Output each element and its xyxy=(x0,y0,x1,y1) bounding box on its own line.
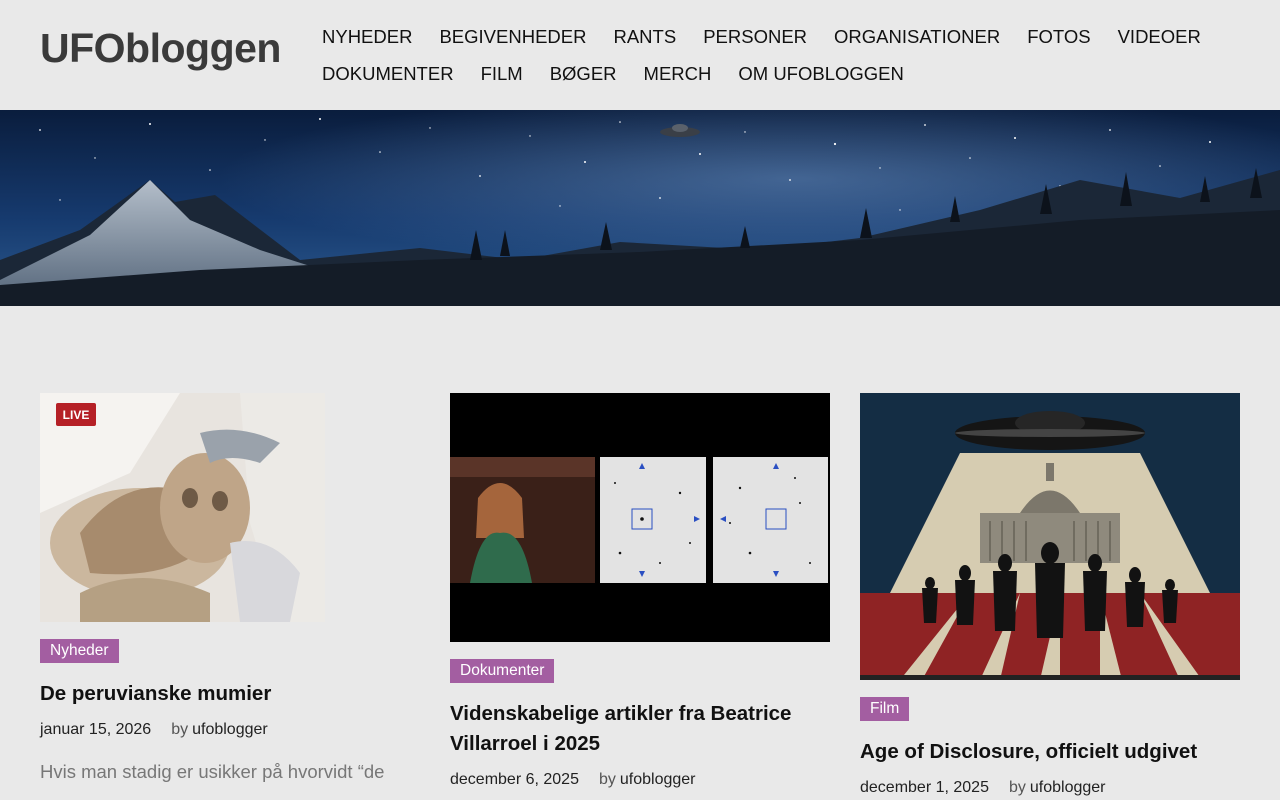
post-author[interactable]: ufoblogger xyxy=(192,721,268,739)
category-badge[interactable]: Nyheder xyxy=(40,639,119,663)
nav-item-rants[interactable]: RANTS xyxy=(613,26,676,48)
live-badge: LIVE xyxy=(63,408,90,422)
video-still-star-charts xyxy=(450,393,830,642)
nav-item-personer[interactable]: PERSONER xyxy=(703,26,807,48)
post-meta: december 1, 2025 by ufoblogger xyxy=(860,779,1240,797)
night-sky-mountains-illustration xyxy=(0,110,1280,306)
site-title[interactable]: UFObloggen xyxy=(40,25,281,72)
nav-item-fotos[interactable]: FOTOS xyxy=(1027,26,1090,48)
post-meta: december 6, 2025 by ufoblogger xyxy=(450,771,830,789)
nav-item-dokumenter[interactable]: DOKUMENTER xyxy=(322,63,454,85)
post-author[interactable]: ufoblogger xyxy=(1030,779,1106,797)
post-title[interactable]: Age of Disclosure, officielt udgivet xyxy=(860,737,1240,767)
site-header: UFObloggen NYHEDER BEGIVENHEDER RANTS PE… xyxy=(0,0,1280,110)
mummy-photo-illustration: LIVE xyxy=(40,393,325,622)
byline-label: by xyxy=(171,721,189,738)
post-author[interactable]: ufoblogger xyxy=(620,771,696,789)
nav-item-nyheder[interactable]: NYHEDER xyxy=(322,26,412,48)
post-card: LIVE Nyheder De peruvianske mumier janua… xyxy=(40,393,410,787)
nav-item-begivenheder[interactable]: BEGIVENHEDER xyxy=(439,26,586,48)
post-excerpt: Hvis man stadig er usikker på hvorvidt “… xyxy=(40,761,385,782)
post-thumbnail[interactable] xyxy=(450,393,830,642)
post-date[interactable]: december 6, 2025 xyxy=(450,771,579,789)
post-card: Film Age of Disclosure, officielt udgive… xyxy=(860,393,1240,797)
nav-item-organisationer[interactable]: ORGANISATIONER xyxy=(834,26,1000,48)
nav-item-merch[interactable]: MERCH xyxy=(644,63,712,85)
nav-item-film[interactable]: FILM xyxy=(481,63,523,85)
nav-row-2: DOKUMENTER FILM BØGER MERCH OM UFOBLOGGE… xyxy=(322,55,1262,92)
post-title[interactable]: De peruvianske mumier xyxy=(40,679,410,709)
post-thumbnail[interactable] xyxy=(860,393,1240,680)
nav-item-videoer[interactable]: VIDEOER xyxy=(1118,26,1201,48)
post-date[interactable]: januar 15, 2026 xyxy=(40,721,151,739)
nav-row-1: NYHEDER BEGIVENHEDER RANTS PERSONER ORGA… xyxy=(322,18,1262,55)
post-card: Dokumenter Videnskabelige artikler fra B… xyxy=(450,393,830,789)
post-title[interactable]: Videnskabelige artikler fra Beatrice Vil… xyxy=(450,699,830,759)
main-navigation: NYHEDER BEGIVENHEDER RANTS PERSONER ORGA… xyxy=(322,18,1262,92)
category-badge[interactable]: Dokumenter xyxy=(450,659,555,683)
category-badge[interactable]: Film xyxy=(860,697,910,721)
byline-label: by xyxy=(1008,779,1026,796)
nav-item-om-ufobloggen[interactable]: OM UFOBLOGGEN xyxy=(738,63,904,85)
disclosure-poster-illustration xyxy=(860,393,1240,680)
nav-item-boger[interactable]: BØGER xyxy=(550,63,617,85)
post-date[interactable]: december 1, 2025 xyxy=(860,779,989,797)
post-meta: januar 15, 2026 by ufoblogger xyxy=(40,721,410,739)
header-banner-image xyxy=(0,110,1280,306)
byline-label: by xyxy=(598,771,616,788)
post-thumbnail[interactable]: LIVE xyxy=(40,393,325,622)
